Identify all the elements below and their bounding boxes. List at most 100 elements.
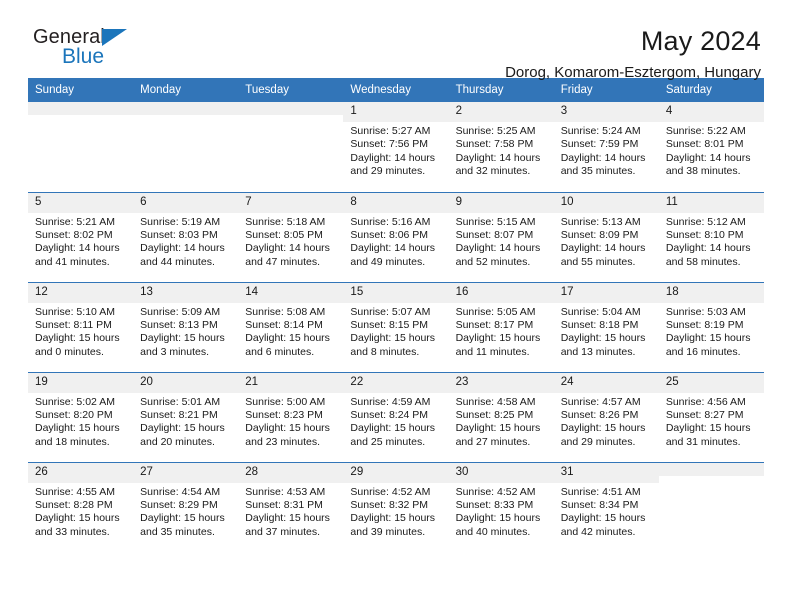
day-number: 24 (553, 372, 659, 393)
calendar-day-cell[interactable]: 15 Sunrise: 5:07 AM Sunset: 8:15 PM Dayligh… (343, 281, 449, 372)
calendar-day-cell[interactable]: 14 Sunrise: 5:08 AM Sunset: 8:14 PM Dayligh… (238, 281, 344, 372)
weekday-header-wednesday: Wednesday (343, 78, 449, 102)
calendar-day-cell[interactable]: 30 Sunrise: 4:52 AM Sunset: 8:33 PM Dayligh… (448, 461, 554, 552)
sunrise-time: Sunrise: 5:07 AM (350, 305, 431, 318)
day-number: 9 (448, 192, 554, 213)
day-number: 5 (28, 192, 134, 213)
day-number: 7 (238, 192, 344, 213)
day-number: 15 (343, 282, 449, 303)
day-number: 14 (238, 282, 344, 303)
sunrise-time: Sunrise: 4:52 AM (455, 485, 536, 498)
calendar-day-cell[interactable]: 26 Sunrise: 4:55 AM Sunset: 8:28 PM Dayligh… (28, 461, 134, 552)
day-details: Sunrise: 4:59 AM Sunset: 8:24 PM Daylight:… (343, 393, 448, 450)
daylight-duration-line2: and 47 minutes. (245, 255, 320, 268)
day-details: Sunrise: 5:21 AM Sunset: 8:02 PM Daylight:… (28, 213, 133, 270)
sunrise-time: Sunrise: 4:55 AM (35, 485, 115, 498)
sunrise-time: Sunrise: 4:56 AM (665, 395, 746, 408)
daylight-duration-line2: and 41 minutes. (35, 255, 110, 268)
daylight-duration-line2: and 58 minutes. (665, 255, 741, 268)
calendar-day-cell[interactable]: 6 Sunrise: 5:19 AM Sunset: 8:03 PM Daylight… (133, 191, 239, 282)
daylight-duration-line2: and 35 minutes. (560, 165, 636, 178)
calendar-day-cell[interactable]: 25 Sunrise: 4:56 AM Sunset: 8:27 PM Dayligh… (658, 371, 764, 462)
daylight-duration-line1: Daylight: 14 hours (350, 242, 436, 255)
daylight-duration-line2: and 23 minutes. (245, 435, 320, 448)
sunrise-time: Sunrise: 5:27 AM (350, 125, 431, 137)
daylight-duration-line1: Daylight: 15 hours (455, 512, 541, 525)
daylight-duration-line2: and 13 minutes. (560, 345, 636, 358)
day-details: Sunrise: 5:13 AM Sunset: 8:09 PM Daylight:… (554, 213, 659, 270)
daylight-duration-line1: Daylight: 15 hours (140, 422, 225, 435)
sunrise-time: Sunrise: 4:58 AM (455, 395, 536, 408)
calendar-day-cell[interactable]: 12 Sunrise: 5:10 AM Sunset: 8:11 PM Dayligh… (28, 281, 134, 372)
calendar-day-cell[interactable]: 10 Sunrise: 5:13 AM Sunset: 8:09 PM Dayligh… (553, 191, 659, 282)
calendar-week-row: 12 Sunrise: 5:10 AM Sunset: 8:11 PM Dayligh… (28, 281, 764, 372)
calendar-day-cell[interactable]: 5 Sunrise: 5:21 AM Sunset: 8:02 PM Daylight… (28, 191, 134, 282)
calendar-day-cell[interactable]: 29 Sunrise: 4:52 AM Sunset: 8:32 PM Dayligh… (343, 461, 449, 552)
daylight-duration-line2: and 32 minutes. (455, 165, 531, 178)
calendar-week-row: 26 Sunrise: 4:55 AM Sunset: 8:28 PM Dayligh… (28, 461, 764, 552)
calendar-day-cell[interactable]: 28 Sunrise: 4:53 AM Sunset: 8:31 PM Dayligh… (238, 461, 344, 552)
calendar-day-cell[interactable]: 20 Sunrise: 5:01 AM Sunset: 8:21 PM Dayligh… (133, 371, 239, 462)
calendar-day-cell[interactable]: 3 Sunrise: 5:24 AM Sunset: 7:59 PM Daylight… (553, 102, 659, 192)
day-details: Sunrise: 5:12 AM Sunset: 8:10 PM Daylight:… (659, 213, 764, 270)
calendar-day-cell[interactable]: 2 Sunrise: 5:25 AM Sunset: 7:58 PM Daylight… (448, 102, 554, 192)
calendar-day-cell[interactable]: 16 Sunrise: 5:05 AM Sunset: 8:17 PM Dayligh… (448, 281, 554, 372)
daylight-duration-line2: and 38 minutes. (665, 165, 741, 178)
sunset-time: Sunset: 8:05 PM (245, 228, 323, 241)
sunrise-time: Sunrise: 5:18 AM (245, 215, 326, 228)
day-details: Sunrise: 4:54 AM Sunset: 8:29 PM Daylight:… (133, 483, 238, 540)
sunset-time: Sunset: 7:58 PM (455, 138, 534, 151)
day-number: 1 (343, 102, 449, 122)
calendar-day-cell[interactable]: 4 Sunrise: 5:22 AM Sunset: 8:01 PM Daylight… (658, 102, 764, 192)
sunset-time: Sunset: 8:11 PM (35, 318, 112, 331)
page-header: General Blue May 2024 Dorog, Komarom-Esz… (28, 0, 764, 81)
calendar-day-cell-empty (658, 461, 764, 552)
calendar-day-cell[interactable]: 19 Sunrise: 5:02 AM Sunset: 8:20 PM Dayligh… (28, 371, 134, 462)
sunrise-time: Sunrise: 4:51 AM (560, 485, 641, 498)
day-details: Sunrise: 5:07 AM Sunset: 8:15 PM Daylight:… (343, 303, 448, 360)
sunrise-sunset-calendar: Sunday Monday Tuesday Wednesday Thursday Frid… (28, 78, 764, 552)
calendar-day-cell[interactable]: 9 Sunrise: 5:15 AM Sunset: 8:07 PM Daylight… (448, 191, 554, 282)
sunrise-time: Sunrise: 5:24 AM (560, 125, 641, 137)
calendar-day-cell[interactable]: 13 Sunrise: 5:09 AM Sunset: 8:13 PM Dayligh… (133, 281, 239, 372)
calendar-day-cell[interactable]: 23 Sunrise: 4:58 AM Sunset: 8:25 PM Dayligh… (448, 371, 554, 462)
daylight-duration-line2: and 55 minutes. (560, 255, 636, 268)
sunrise-time: Sunrise: 4:59 AM (350, 395, 431, 408)
sunset-time: Sunset: 8:28 PM (35, 498, 113, 511)
day-number: 4 (658, 102, 764, 122)
sunset-time: Sunset: 7:59 PM (560, 138, 639, 151)
sunset-time: Sunset: 8:34 PM (560, 498, 639, 511)
sunrise-time: Sunrise: 5:13 AM (560, 215, 641, 228)
title-block: May 2024 Dorog, Komarom-Esztergom, Hunga… (505, 26, 764, 83)
daylight-duration-line2: and 6 minutes. (245, 345, 315, 358)
calendar-day-cell[interactable]: 7 Sunrise: 5:18 AM Sunset: 8:05 PM Daylight… (238, 191, 344, 282)
day-number: 16 (448, 282, 554, 303)
calendar-day-cell[interactable]: 21 Sunrise: 5:00 AM Sunset: 8:23 PM Dayligh… (238, 371, 344, 462)
day-number (133, 102, 239, 115)
calendar-day-cell[interactable]: 18 Sunrise: 5:03 AM Sunset: 8:19 PM Dayligh… (658, 281, 764, 372)
calendar-day-cell[interactable]: 22 Sunrise: 4:59 AM Sunset: 8:24 PM Dayligh… (343, 371, 449, 462)
calendar-day-cell[interactable]: 8 Sunrise: 5:16 AM Sunset: 8:06 PM Daylight… (343, 191, 449, 282)
calendar-day-cell[interactable]: 24 Sunrise: 4:57 AM Sunset: 8:26 PM Dayligh… (553, 371, 659, 462)
calendar-day-cell[interactable]: 17 Sunrise: 5:04 AM Sunset: 8:18 PM Dayligh… (553, 281, 659, 372)
sunrise-time: Sunrise: 4:52 AM (350, 485, 431, 498)
calendar-week-row: 5 Sunrise: 5:21 AM Sunset: 8:02 PM Daylight… (28, 191, 764, 282)
sunrise-time: Sunrise: 5:05 AM (455, 305, 536, 318)
day-number: 29 (343, 462, 449, 483)
day-number: 2 (448, 102, 554, 122)
calendar-body: 1 Sunrise: 5:27 AM Sunset: 7:56 PM Daylight… (28, 102, 764, 552)
calendar-day-cell-empty (28, 102, 134, 192)
calendar-day-cell[interactable]: 31 Sunrise: 4:51 AM Sunset: 8:34 PM Dayligh… (553, 461, 659, 552)
calendar-day-cell[interactable]: 11 Sunrise: 5:12 AM Sunset: 8:10 PM Dayligh… (658, 191, 764, 282)
daylight-duration-line1: Daylight: 15 hours (350, 332, 436, 345)
calendar-day-cell[interactable]: 1 Sunrise: 5:27 AM Sunset: 7:56 PM Daylight… (343, 102, 449, 192)
daylight-duration-line1: Daylight: 15 hours (35, 512, 120, 525)
daylight-duration-line1: Daylight: 15 hours (140, 512, 225, 525)
day-number: 25 (658, 372, 764, 393)
sunset-time: Sunset: 8:21 PM (140, 408, 218, 421)
day-details: Sunrise: 5:03 AM Sunset: 8:19 PM Daylight:… (659, 303, 764, 360)
daylight-duration-line2: and 18 minutes. (35, 435, 110, 448)
day-details: Sunrise: 4:53 AM Sunset: 8:31 PM Daylight:… (238, 483, 343, 540)
calendar-day-cell[interactable]: 27 Sunrise: 4:54 AM Sunset: 8:29 PM Dayligh… (133, 461, 239, 552)
daylight-duration-line2: and 20 minutes. (140, 435, 215, 448)
